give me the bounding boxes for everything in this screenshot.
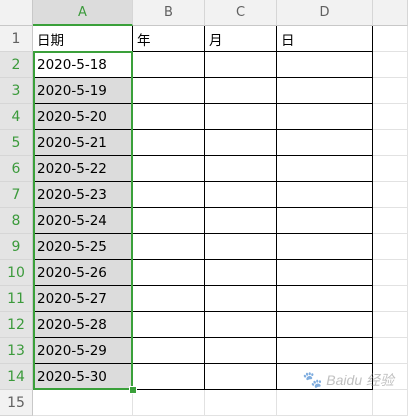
row-header-1[interactable]: 1	[0, 26, 33, 52]
cell-d3[interactable]	[277, 78, 373, 104]
cell-b15[interactable]	[133, 390, 205, 416]
column-header-next[interactable]	[373, 0, 408, 26]
cell-e3[interactable]	[373, 78, 408, 104]
cell-b8[interactable]	[133, 208, 205, 234]
cell-a10[interactable]: 2020-5-26	[33, 260, 133, 286]
cell-a1[interactable]: 日期	[33, 26, 133, 52]
cell-d8[interactable]	[277, 208, 373, 234]
cell-b3[interactable]	[133, 78, 205, 104]
row-header-7[interactable]: 7	[0, 182, 33, 208]
cell-b5[interactable]	[133, 130, 205, 156]
cell-e12[interactable]	[373, 312, 408, 338]
cell-a3[interactable]: 2020-5-19	[33, 78, 133, 104]
column-header-c[interactable]: C	[205, 0, 277, 26]
row-header-12[interactable]: 12	[0, 312, 33, 338]
cell-c3[interactable]	[205, 78, 277, 104]
cell-b14[interactable]	[133, 364, 205, 390]
cell-b12[interactable]	[133, 312, 205, 338]
row-header-11[interactable]: 11	[0, 286, 33, 312]
row-header-13[interactable]: 13	[0, 338, 33, 364]
cell-b1[interactable]: 年	[133, 26, 205, 52]
cell-a5[interactable]: 2020-5-21	[33, 130, 133, 156]
cell-b6[interactable]	[133, 156, 205, 182]
cell-c13[interactable]	[205, 338, 277, 364]
row-header-3[interactable]: 3	[0, 78, 33, 104]
row-header-6[interactable]: 6	[0, 156, 33, 182]
cell-e15[interactable]	[373, 390, 408, 416]
cell-a14[interactable]: 2020-5-30	[33, 364, 133, 390]
cell-c10[interactable]	[205, 260, 277, 286]
cell-e2[interactable]	[373, 52, 408, 78]
cell-c8[interactable]	[205, 208, 277, 234]
row-header-15[interactable]: 15	[0, 390, 33, 416]
cell-b9[interactable]	[133, 234, 205, 260]
cell-a12[interactable]: 2020-5-28	[33, 312, 133, 338]
cell-e13[interactable]	[373, 338, 408, 364]
cell-e8[interactable]	[373, 208, 408, 234]
cell-e7[interactable]	[373, 182, 408, 208]
cell-e10[interactable]	[373, 260, 408, 286]
cell-a15[interactable]	[33, 390, 133, 416]
cell-a8[interactable]: 2020-5-24	[33, 208, 133, 234]
cell-a7[interactable]: 2020-5-23	[33, 182, 133, 208]
row-header-2[interactable]: 2	[0, 52, 33, 78]
column-header-b[interactable]: B	[133, 0, 205, 26]
cell-c4[interactable]	[205, 104, 277, 130]
cell-d13[interactable]	[277, 338, 373, 364]
cell-c1[interactable]: 月	[205, 26, 277, 52]
cell-c9[interactable]	[205, 234, 277, 260]
cell-d15[interactable]	[277, 390, 373, 416]
cell-d5[interactable]	[277, 130, 373, 156]
column-header-a[interactable]: A	[33, 0, 133, 26]
cell-a4[interactable]: 2020-5-20	[33, 104, 133, 130]
cell-d4[interactable]	[277, 104, 373, 130]
cell-d12[interactable]	[277, 312, 373, 338]
cell-b10[interactable]	[133, 260, 205, 286]
spreadsheet-grid: A B C D 1 日期年月日 2 2020-5-18 3 2020-5-19 4 2020-5-20…	[0, 0, 408, 416]
cell-d10[interactable]	[277, 260, 373, 286]
cell-e1[interactable]	[373, 26, 408, 52]
cell-b4[interactable]	[133, 104, 205, 130]
cell-c6[interactable]	[205, 156, 277, 182]
cell-a2[interactable]: 2020-5-18	[33, 52, 133, 78]
watermark-text: Baidu 经验	[326, 372, 394, 388]
cell-b2[interactable]	[133, 52, 205, 78]
row-header-9[interactable]: 9	[0, 234, 33, 260]
cell-e5[interactable]	[373, 130, 408, 156]
cell-d2[interactable]	[277, 52, 373, 78]
cell-a6[interactable]: 2020-5-22	[33, 156, 133, 182]
row-header-8[interactable]: 8	[0, 208, 33, 234]
cell-e4[interactable]	[373, 104, 408, 130]
cell-b13[interactable]	[133, 338, 205, 364]
row-header-10[interactable]: 10	[0, 260, 33, 286]
row-header-4[interactable]: 4	[0, 104, 33, 130]
column-header-d[interactable]: D	[277, 0, 373, 26]
cell-a9[interactable]: 2020-5-25	[33, 234, 133, 260]
cell-d1[interactable]: 日	[277, 26, 373, 52]
cell-a13[interactable]: 2020-5-29	[33, 338, 133, 364]
cell-a11[interactable]: 2020-5-27	[33, 286, 133, 312]
cell-d7[interactable]	[277, 182, 373, 208]
cell-e11[interactable]	[373, 286, 408, 312]
fill-handle[interactable]	[129, 386, 137, 394]
cell-b7[interactable]	[133, 182, 205, 208]
cell-d11[interactable]	[277, 286, 373, 312]
cell-c12[interactable]	[205, 312, 277, 338]
row-header-14[interactable]: 14	[0, 364, 33, 390]
cell-c15[interactable]	[205, 390, 277, 416]
watermark: 🐾 Baidu 经验	[302, 370, 394, 390]
cell-c5[interactable]	[205, 130, 277, 156]
cell-b11[interactable]	[133, 286, 205, 312]
cell-c7[interactable]	[205, 182, 277, 208]
paw-icon: 🐾	[302, 372, 323, 389]
cell-e6[interactable]	[373, 156, 408, 182]
cell-d6[interactable]	[277, 156, 373, 182]
cell-e9[interactable]	[373, 234, 408, 260]
select-all-corner[interactable]	[0, 0, 33, 26]
cell-c11[interactable]	[205, 286, 277, 312]
row-header-5[interactable]: 5	[0, 130, 33, 156]
cell-d9[interactable]	[277, 234, 373, 260]
cell-c2[interactable]	[205, 52, 277, 78]
cell-c14[interactable]	[205, 364, 277, 390]
